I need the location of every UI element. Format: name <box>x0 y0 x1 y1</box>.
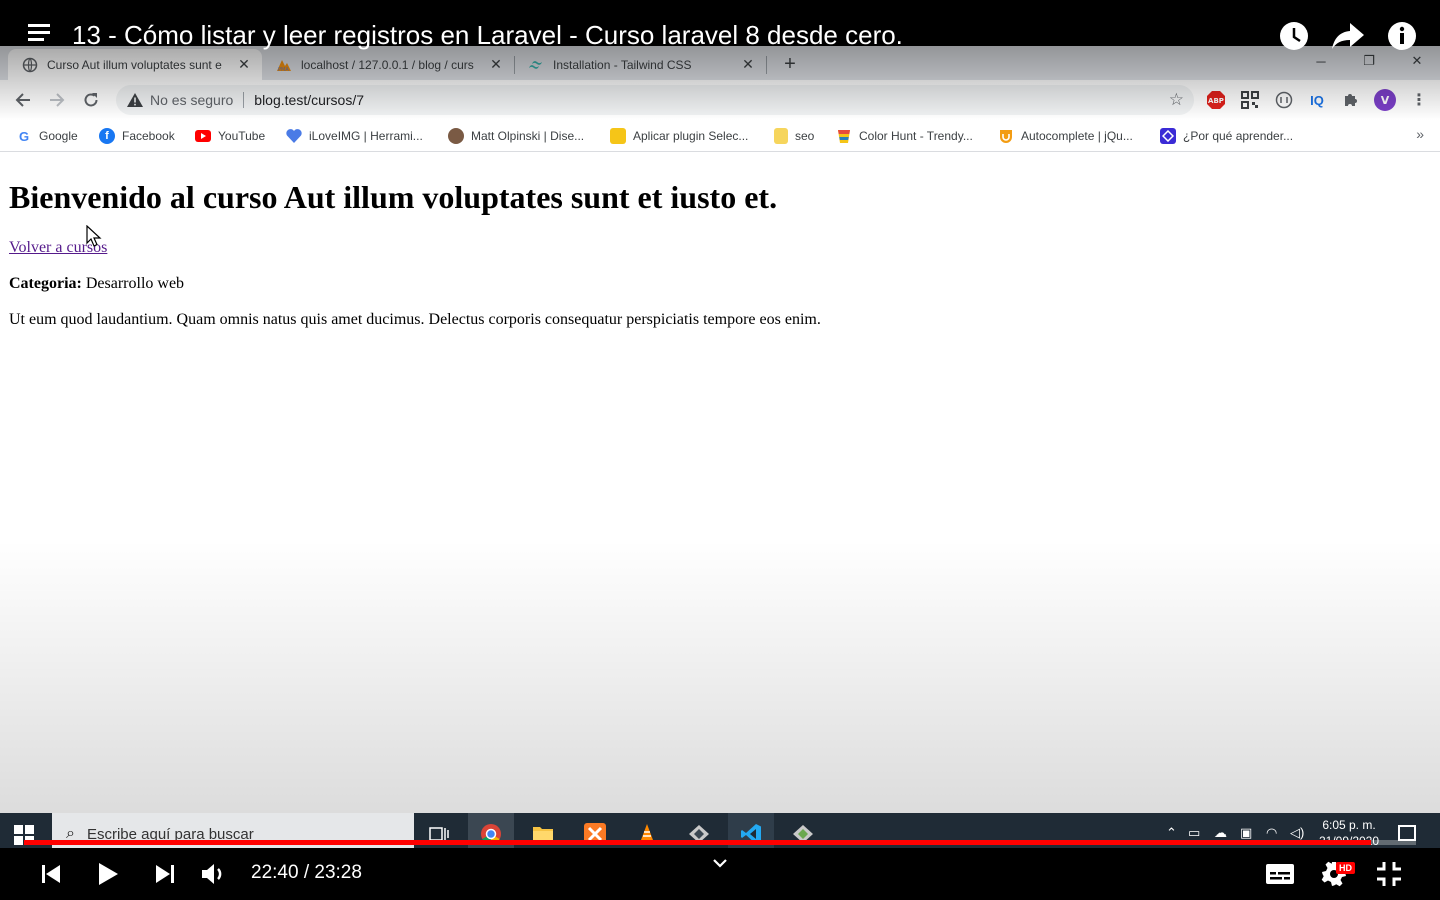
globe-icon <box>22 57 38 73</box>
volume-speaker-icon[interactable] <box>198 858 230 890</box>
bookmark-youtube[interactable]: YouTube <box>195 126 265 146</box>
clock-time: 6:05 p. m. <box>1322 818 1376 832</box>
warning-icon <box>126 91 144 109</box>
phpmyadmin-icon: PMA <box>276 57 292 73</box>
adblock-icon[interactable]: ABP <box>1205 89 1227 111</box>
video-controls: 22:40 / 23:28 HD <box>0 848 1440 900</box>
close-tab-icon[interactable]: ✕ <box>740 56 756 73</box>
bookmark-folder-seo[interactable]: seo <box>774 126 814 146</box>
bookmark-google[interactable]: G Google <box>16 126 78 146</box>
profile-avatar[interactable]: V <box>1374 89 1396 111</box>
chevron-down-icon[interactable] <box>710 856 730 872</box>
volume-icon[interactable]: ◁) <box>1290 825 1304 841</box>
tab-tailwind[interactable]: Installation - Tailwind CSS ✕ <box>514 49 766 80</box>
platzi-icon <box>1160 128 1176 144</box>
browser-window: Curso Aut illum voluptates sunt e ✕ PMA … <box>0 46 1440 813</box>
tray-chevron-icon[interactable]: ⌃ <box>1166 825 1177 841</box>
subtitles-icon[interactable] <box>1264 858 1296 890</box>
battery-icon[interactable]: ▭ <box>1188 825 1200 841</box>
qr-code-icon[interactable] <box>1239 89 1261 111</box>
bookmark-color-hunt[interactable]: Color Hunt - Trendy... <box>836 126 973 146</box>
bookmark-autocomplete[interactable]: Autocomplete | jQu... <box>998 126 1133 146</box>
playlist-menu-icon[interactable] <box>28 24 50 42</box>
display-icon[interactable]: ▣ <box>1240 825 1252 841</box>
tailwind-icon <box>528 57 544 73</box>
close-tab-icon[interactable]: ✕ <box>488 56 504 73</box>
reload-icon[interactable] <box>79 88 103 112</box>
category-line: Categoria: Desarrollo web <box>9 275 184 293</box>
security-status[interactable]: No es seguro <box>150 92 233 108</box>
folder-icon <box>774 128 788 144</box>
menu-kebab-icon[interactable]: ⋮ <box>1408 89 1430 111</box>
omnibox-divider <box>243 92 245 108</box>
minimize-icon[interactable]: ─ <box>1298 50 1344 72</box>
bookmark-matt-olpinski[interactable]: Matt Olpinski | Dise... <box>448 126 584 146</box>
play-icon[interactable] <box>92 858 124 890</box>
wifi-icon[interactable]: ◠ <box>1266 825 1277 841</box>
bookmark-aplicar-plugin[interactable]: Aplicar plugin Selec... <box>610 126 748 146</box>
exit-fullscreen-icon[interactable] <box>1373 858 1405 890</box>
bookmark-facebook[interactable]: f Facebook <box>99 126 175 146</box>
bookmark-folder-icon <box>610 128 626 144</box>
tab-phpmyadmin[interactable]: PMA localhost / 127.0.0.1 / blog / curs … <box>262 49 514 80</box>
google-icon: G <box>18 128 30 144</box>
video-progress-played <box>24 840 1372 845</box>
avatar-icon <box>448 128 464 144</box>
address-bar[interactable]: No es seguro blog.test/cursos/7 ☆ <box>116 85 1194 115</box>
bookmark-star-icon[interactable]: ☆ <box>1169 90 1184 110</box>
page-content: Bienvenido al curso Aut illum voluptates… <box>0 153 1440 813</box>
tab-title: localhost / 127.0.0.1 / blog / curs <box>301 57 474 72</box>
course-description: Ut eum quod laudantium. Quam omnis natus… <box>9 311 821 328</box>
page-title: Bienvenido al curso Aut illum voluptates… <box>9 179 778 215</box>
url-text[interactable]: blog.test/cursos/7 <box>254 92 364 108</box>
close-window-icon[interactable]: ✕ <box>1394 50 1440 72</box>
restore-icon[interactable]: ❐ <box>1346 50 1392 72</box>
svg-text:V: V <box>1381 94 1390 107</box>
tab-course[interactable]: Curso Aut illum voluptates sunt e ✕ <box>8 49 262 80</box>
browser-toolbar: No es seguro blog.test/cursos/7 ☆ ABP IQ… <box>0 80 1440 120</box>
category-label: Categoria: <box>9 275 82 292</box>
share-icon[interactable] <box>1332 20 1364 52</box>
colorhunt-icon <box>836 128 852 144</box>
facebook-icon: f <box>99 128 115 144</box>
onedrive-icon[interactable]: ☁ <box>1214 825 1227 841</box>
hd-badge: HD <box>1336 862 1355 874</box>
mouse-cursor-icon <box>86 225 102 247</box>
video-title[interactable]: 13 - Cómo listar y leer registros en Lar… <box>72 20 903 51</box>
bookmark-por-que-aprender[interactable]: ¿Por qué aprender... <box>1160 126 1293 146</box>
iq-icon[interactable]: IQ <box>1306 89 1328 111</box>
youtube-icon <box>195 128 211 144</box>
bookmarks-bar: G Google f Facebook YouTube iLoveIMG | H… <box>0 120 1440 152</box>
autocomplete-icon <box>998 128 1014 144</box>
category-value: Desarrollo web <box>85 275 185 292</box>
new-tab-button[interactable]: + <box>778 52 802 76</box>
close-tab-icon[interactable]: ✕ <box>236 56 252 73</box>
readme-icon[interactable] <box>1273 89 1295 111</box>
video-progress-bar[interactable] <box>24 840 1416 845</box>
forward-icon[interactable] <box>45 88 69 112</box>
puzzle-icon[interactable] <box>1340 89 1362 111</box>
video-title-bar: 13 - Cómo listar y leer registros en Lar… <box>0 0 1440 50</box>
bookmark-iloveimg[interactable]: iLoveIMG | Herrami... <box>286 126 423 146</box>
previous-icon[interactable] <box>35 858 67 890</box>
tab-title: Curso Aut illum voluptates sunt e <box>47 57 222 72</box>
tab-separator <box>766 56 767 74</box>
back-icon[interactable] <box>11 88 35 112</box>
tab-title: Installation - Tailwind CSS <box>553 57 692 72</box>
watch-later-icon[interactable] <box>1278 20 1310 52</box>
svg-text:PMA: PMA <box>278 67 289 72</box>
next-icon[interactable] <box>149 858 181 890</box>
svg-text:ABP: ABP <box>1208 97 1224 105</box>
iloveimg-icon <box>286 128 302 144</box>
video-time-display: 22:40 / 23:28 <box>251 862 362 883</box>
more-bookmarks-icon[interactable]: » <box>1416 126 1424 142</box>
info-icon[interactable] <box>1386 20 1418 52</box>
tab-strip: Curso Aut illum voluptates sunt e ✕ PMA … <box>0 46 1440 80</box>
notification-center-icon[interactable] <box>1398 825 1416 841</box>
